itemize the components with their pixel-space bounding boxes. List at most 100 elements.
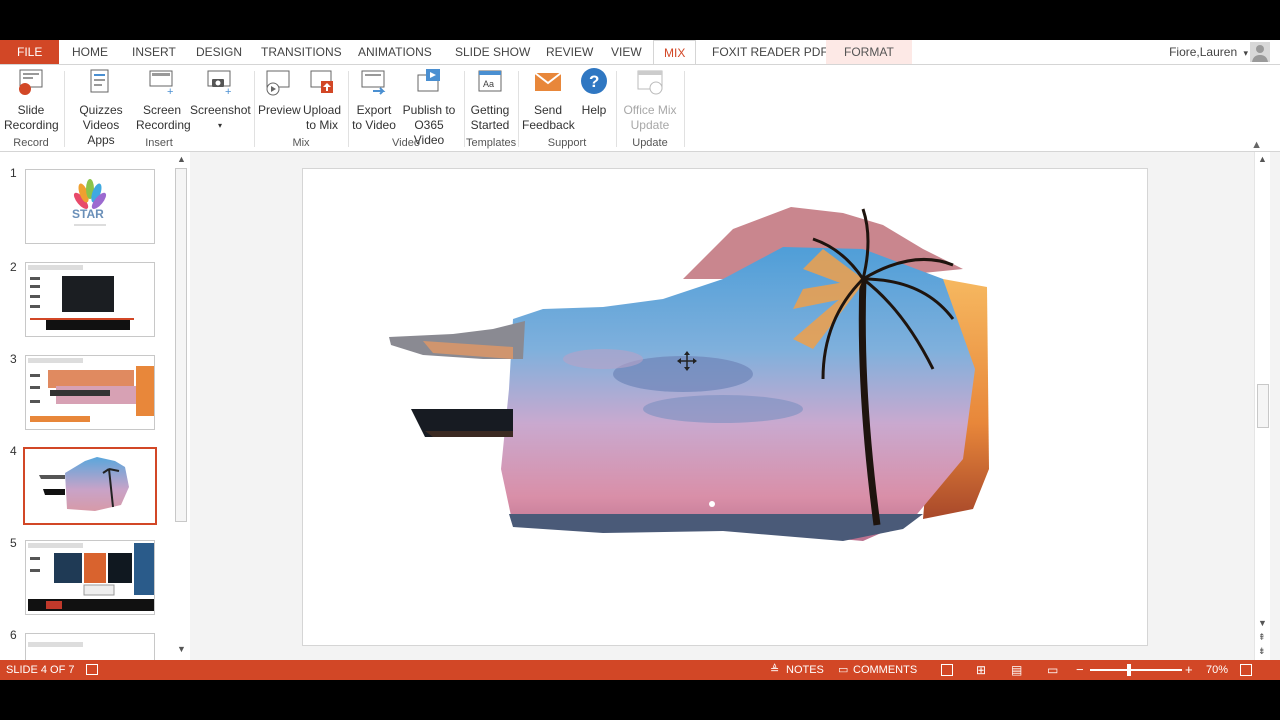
scroll-up-icon[interactable]: ▲ [1258, 154, 1267, 164]
group-separator [684, 71, 685, 147]
user-account[interactable]: Fiore,Lauren ▾ [1169, 40, 1248, 64]
group-insert-label: Insert [145, 137, 173, 149]
tab-review[interactable]: REVIEW [540, 40, 599, 64]
fit-slide-icon[interactable] [1240, 664, 1252, 676]
group-separator [64, 71, 65, 147]
screenshot-button[interactable]: + Screenshot ▾ [190, 67, 251, 133]
tab-slide-show[interactable]: SLIDE SHOW [449, 40, 536, 64]
tab-mix[interactable]: MIX [653, 40, 697, 64]
screen-recording-button[interactable]: + Screen Recording [136, 67, 191, 133]
group-separator [254, 71, 255, 147]
normal-view-icon[interactable] [941, 664, 953, 676]
slide-show-icon[interactable]: ▭ [1047, 660, 1058, 680]
slide-editing-area [190, 152, 1254, 660]
slide-sorter-icon[interactable]: ⊞ [976, 660, 986, 680]
next-slide-icon[interactable]: ⇟ [1258, 646, 1266, 657]
preview-button[interactable]: Preview [258, 67, 301, 118]
getting-started-label-1: Getting [470, 103, 510, 117]
publish-to-o365-video-button[interactable]: Publish to O365 Video [398, 67, 460, 148]
upload-to-mix-icon [310, 70, 333, 93]
screenshot-dropdown-icon[interactable]: ▾ [190, 118, 250, 133]
ribbon-tabs: FILE HOME INSERT DESIGN TRANSITIONS ANIM… [0, 40, 1280, 64]
collapse-ribbon-icon[interactable]: ▲ [1251, 139, 1262, 151]
previous-slide-icon[interactable]: ⇞ [1258, 632, 1266, 643]
zoom-slider-handle[interactable] [1126, 664, 1131, 676]
comments-icon[interactable]: ▭ [838, 660, 848, 680]
tab-home[interactable]: HOME [66, 40, 114, 64]
office-mix-update-label-2: Update [630, 118, 670, 132]
tab-view[interactable]: VIEW [605, 40, 648, 64]
zoom-slider[interactable] [1090, 669, 1182, 671]
slide-thumbnail-2[interactable] [25, 262, 155, 337]
slide-number: 2 [10, 260, 17, 274]
screen-recording-label-1: Screen [142, 103, 182, 117]
zoom-level[interactable]: 70% [1206, 660, 1228, 680]
slide-thumbnail-4[interactable] [23, 447, 157, 525]
star-logo-image: STAR [72, 179, 107, 226]
thumbnail-scrollbar[interactable]: ▲ ▼ [173, 152, 189, 660]
tab-file[interactable]: FILE [0, 40, 60, 64]
spelling-check-icon[interactable] [86, 664, 98, 675]
envelope-icon [534, 72, 562, 91]
group-separator [348, 71, 349, 147]
scroll-up-icon[interactable]: ▲ [177, 154, 186, 164]
send-feedback-button[interactable]: Send Feedback [522, 67, 575, 133]
office-mix-update-button[interactable]: Office Mix Update [620, 67, 680, 133]
scroll-down-icon[interactable]: ▼ [177, 644, 186, 654]
help-icon: ? [581, 68, 607, 94]
slide-4-preview [39, 457, 129, 511]
getting-started-button[interactable]: Aa Getting Started [466, 67, 514, 133]
group-separator [616, 71, 617, 147]
send-feedback-label-2: Feedback [522, 118, 575, 132]
slide-thumbnail-1[interactable]: STAR [25, 169, 155, 244]
avatar[interactable] [1250, 42, 1270, 62]
export-to-video-icon [361, 70, 386, 95]
upload-label-2: to Mix [305, 118, 338, 132]
tab-format[interactable]: FORMAT [826, 40, 912, 64]
help-label: Help [581, 103, 607, 117]
help-button[interactable]: ? Help [576, 67, 612, 118]
screenshot-icon: + [207, 70, 231, 97]
scrollbar-thumb[interactable] [175, 168, 187, 522]
slide-scrollbar[interactable]: ▲ ▼ ⇞ ⇟ [1254, 152, 1270, 660]
comments-button[interactable]: COMMENTS [853, 660, 917, 680]
sunset-palm-photo-collage[interactable] [303, 169, 1149, 647]
slide-number: 1 [10, 166, 17, 180]
slide-5-preview [28, 543, 154, 611]
zoom-out-button[interactable]: − [1076, 660, 1084, 680]
slide-thumbnail-6[interactable] [25, 633, 155, 660]
scroll-down-icon[interactable]: ▼ [1258, 618, 1267, 628]
slide-counter[interactable]: SLIDE 4 OF 7 [6, 660, 74, 680]
tab-animations[interactable]: ANIMATIONS [352, 40, 438, 64]
tab-design[interactable]: DESIGN [190, 40, 248, 64]
slide-recording-button[interactable]: Slide Recording [4, 67, 59, 133]
zoom-in-button[interactable]: + [1185, 660, 1193, 680]
quizzes-videos-apps-button[interactable]: Quizzes Videos Apps [68, 67, 134, 148]
slide-2-preview [28, 265, 134, 330]
upload-to-mix-button[interactable]: Upload to Mix [300, 67, 344, 133]
user-name[interactable]: Fiore,Lauren [1169, 45, 1237, 59]
slide-recording-icon [19, 69, 43, 95]
notes-button[interactable]: NOTES [786, 660, 824, 680]
upload-label-1: Upload [302, 103, 342, 117]
group-support-label: Support [547, 137, 587, 149]
scrollbar-thumb[interactable] [1257, 384, 1269, 428]
user-dropdown-icon[interactable]: ▾ [1243, 48, 1248, 58]
slide-thumbnail-5[interactable] [25, 540, 155, 615]
export-to-video-button[interactable]: Export to Video [352, 67, 396, 133]
window-edge [1270, 152, 1280, 660]
slide-number: 3 [10, 352, 17, 366]
powerpoint-window: FILE HOME INSERT DESIGN TRANSITIONS ANIM… [0, 40, 1280, 680]
slide-4[interactable] [302, 168, 1148, 646]
group-separator [518, 71, 519, 147]
tab-insert[interactable]: INSERT [126, 40, 182, 64]
group-update-label: Update [632, 137, 668, 149]
reading-view-icon[interactable]: ▤ [1011, 660, 1022, 680]
tab-transitions[interactable]: TRANSITIONS [255, 40, 348, 64]
slide-recording-label-2: Recording [4, 118, 59, 132]
group-mix-label: Mix [292, 137, 310, 149]
slide-thumbnail-3[interactable] [25, 355, 155, 430]
export-label-1: Export [356, 103, 392, 117]
notes-icon[interactable]: ≜ [770, 660, 779, 680]
tab-foxit-reader-pdf[interactable]: FOXIT READER PDF [706, 40, 834, 64]
